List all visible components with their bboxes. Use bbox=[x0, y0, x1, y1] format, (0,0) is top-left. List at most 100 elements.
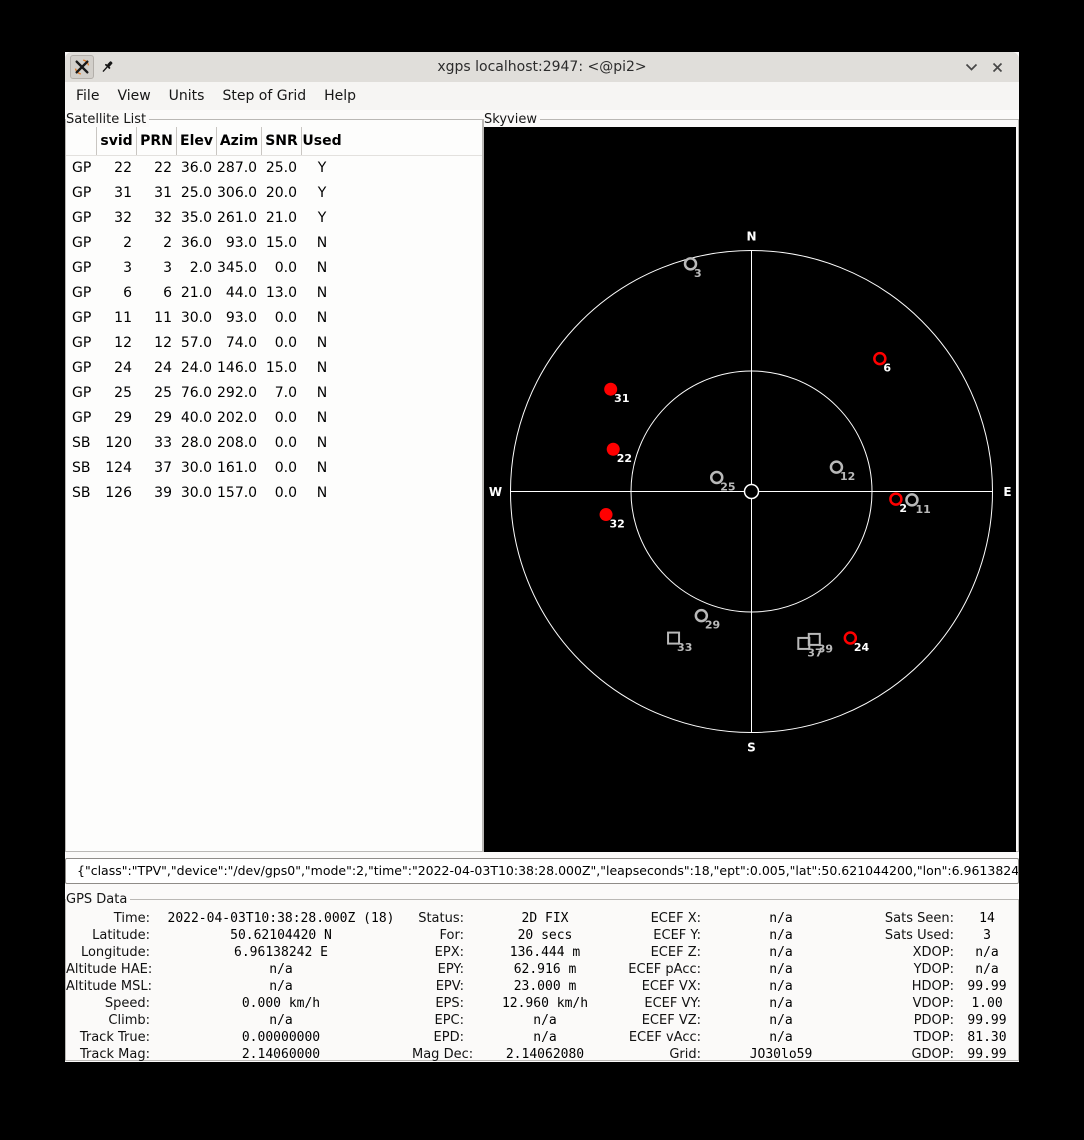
menu-item-step-of-grid[interactable]: Step of Grid bbox=[213, 84, 315, 108]
table-cell: 30.0 bbox=[180, 485, 212, 501]
table-row[interactable]: GP 22 22 36.0 287.0 25.0 Y bbox=[66, 156, 482, 181]
table-cell: N bbox=[316, 485, 328, 501]
column-header[interactable]: PRN bbox=[137, 127, 177, 155]
table-cell: 76.0 bbox=[180, 385, 212, 401]
table-row[interactable]: GP 25 25 76.0 292.0 7.0 N bbox=[66, 381, 482, 406]
table-row[interactable]: GP 11 11 30.0 93.0 0.0 N bbox=[66, 306, 482, 331]
skyview-plot: NSW E223132236111224252933 3739 bbox=[489, 230, 1012, 755]
menu-item-help[interactable]: Help bbox=[315, 84, 365, 108]
gps-data-group: Sats Seen: 14 Sats Used: 3 XDOP: n/a YDOP: n/a H… bbox=[861, 910, 1020, 1063]
table-cell: 24 bbox=[154, 360, 172, 376]
shade-button[interactable] bbox=[963, 59, 980, 76]
table-row[interactable]: GP 32 32 35.0 261.0 21.0 Y bbox=[66, 206, 482, 231]
gps-field-label: EPX: bbox=[434, 945, 464, 960]
table-row[interactable]: GP 31 31 25.0 306.0 20.0 Y bbox=[66, 181, 482, 206]
menu-item-view[interactable]: View bbox=[108, 84, 159, 108]
gps-field-value: n/a bbox=[769, 911, 793, 926]
table-cell: N bbox=[316, 385, 328, 401]
table-cell: N bbox=[316, 410, 328, 426]
pin-icon[interactable] bbox=[101, 60, 116, 75]
table-header-row: svid PRN Elev Azim SNR Used bbox=[66, 127, 482, 156]
table-row[interactable]: GP 24 24 24.0 146.0 15.0 N bbox=[66, 356, 482, 381]
gps-field-value: n/a bbox=[975, 962, 999, 977]
gps-field-value: 1.00 bbox=[971, 996, 1003, 1011]
table-cell: 15.0 bbox=[265, 360, 297, 376]
gps-field-label: Sats Used: bbox=[884, 928, 954, 943]
table-cell: N bbox=[316, 360, 328, 376]
gps-field-value: 62.916 m bbox=[513, 962, 577, 977]
table-cell: 2 bbox=[123, 235, 132, 251]
skyview-frame: Skyview N S W E 22 31 32 2 3 6 11 12 24 25 29 33 37 39 bbox=[483, 112, 1019, 852]
gps-field-label: ECEF X: bbox=[650, 911, 701, 926]
table-cell: 32 bbox=[154, 210, 172, 226]
table-cell: GP bbox=[72, 385, 92, 401]
xorg-logo-icon bbox=[74, 59, 90, 75]
gps-field-label: ECEF pAcc: bbox=[628, 962, 701, 977]
table-cell: SB bbox=[72, 485, 91, 501]
column-header[interactable] bbox=[66, 127, 97, 155]
table-row[interactable]: GP 2 2 36.0 93.0 15.0 N bbox=[66, 231, 482, 256]
titlebar[interactable]: xgps localhost:2947: <@pi2> bbox=[65, 52, 1019, 83]
table-cell: N bbox=[316, 460, 328, 476]
gps-field-value: 6.96138242 E bbox=[234, 945, 328, 960]
gps-field-value: 99.99 bbox=[967, 1013, 1007, 1028]
table-cell: 0.0 bbox=[274, 260, 297, 276]
table-cell: N bbox=[316, 285, 328, 301]
satellite-marker-22: 22 bbox=[606, 442, 632, 465]
gps-field-label: Altitude HAE: bbox=[66, 962, 153, 977]
gps-field-value: 12.960 km/h bbox=[501, 996, 589, 1011]
gps-field-value: n/a bbox=[769, 996, 793, 1011]
xorg-app-icon[interactable] bbox=[70, 55, 94, 79]
gps-field-value: 99.99 bbox=[967, 1047, 1007, 1062]
gps-field-label: EPY: bbox=[437, 962, 464, 977]
table-cell: 31 bbox=[114, 185, 132, 201]
table-row[interactable]: SB 126 39 30.0 157.0 0.0 N bbox=[66, 481, 482, 506]
table-row[interactable]: GP 29 29 40.0 202.0 0.0 N bbox=[66, 406, 482, 431]
table-cell: 6 bbox=[163, 285, 172, 301]
table-cell: N bbox=[316, 260, 328, 276]
json-feed-entry[interactable]: {"class":"TPV","device":"/dev/gps0","mod… bbox=[65, 858, 1019, 884]
close-button[interactable] bbox=[989, 59, 1006, 76]
table-cell: 28.0 bbox=[180, 435, 212, 451]
table-cell: GP bbox=[72, 260, 92, 276]
gps-field-value: n/a bbox=[269, 1013, 293, 1028]
table-row[interactable]: SB 120 33 28.0 208.0 0.0 N bbox=[66, 431, 482, 456]
column-header[interactable]: SNR bbox=[262, 127, 302, 155]
menu-item-file[interactable]: File bbox=[67, 84, 108, 108]
table-cell: GP bbox=[72, 335, 92, 351]
gps-field-value: 136.444 m bbox=[509, 945, 581, 960]
menubar: File View Units Step of Grid Help bbox=[65, 82, 1019, 110]
table-cell: 21.0 bbox=[265, 210, 297, 226]
table-row[interactable]: GP 3 3 2.0 345.0 0.0 N bbox=[66, 256, 482, 281]
table-row[interactable]: SB 124 37 30.0 161.0 0.0 N bbox=[66, 456, 482, 481]
satellite-marker-33: 33 bbox=[667, 631, 692, 654]
table-row[interactable]: GP 6 6 21.0 44.0 13.0 N bbox=[66, 281, 482, 306]
gps-field-label: HDOP: bbox=[911, 979, 954, 994]
table-cell: 0.0 bbox=[274, 485, 297, 501]
gps-field-label: EPC: bbox=[434, 1013, 464, 1028]
window-title: xgps localhost:2947: <@pi2> bbox=[437, 59, 647, 75]
column-header[interactable]: Azim bbox=[217, 127, 262, 155]
gps-field-value: 0.000 km/h bbox=[241, 996, 321, 1011]
gps-field-label: ECEF VZ: bbox=[641, 1013, 701, 1028]
table-cell: GP bbox=[72, 360, 92, 376]
gps-field-value: n/a bbox=[769, 1030, 793, 1045]
menu-item-units[interactable]: Units bbox=[160, 84, 214, 108]
satellite-label: 11 bbox=[915, 503, 930, 516]
table-cell: 21.0 bbox=[180, 285, 212, 301]
table-cell: 12 bbox=[114, 335, 132, 351]
column-header[interactable]: Used bbox=[302, 127, 342, 155]
table-cell: 29 bbox=[114, 410, 132, 426]
gps-field-label: For: bbox=[439, 928, 464, 943]
xgps-window: xgps localhost:2947: <@pi2> File View Unit… bbox=[65, 52, 1019, 1062]
column-header[interactable]: Elev bbox=[177, 127, 217, 155]
column-header[interactable]: svid bbox=[97, 127, 137, 155]
gps-field-label: ECEF Z: bbox=[650, 945, 701, 960]
gps-field-value: n/a bbox=[975, 945, 999, 960]
table-row[interactable]: GP 12 12 57.0 74.0 0.0 N bbox=[66, 331, 482, 356]
satellite-marker-12: 12 bbox=[829, 460, 855, 483]
table-cell: 22 bbox=[154, 160, 172, 176]
satellite-marker-31: 31 bbox=[604, 382, 629, 405]
gps-data-group: Time: 2022-04-03T10:38:28.000Z (18) Latitu… bbox=[66, 910, 412, 1063]
satellite-marker-24: 24 bbox=[843, 631, 869, 654]
